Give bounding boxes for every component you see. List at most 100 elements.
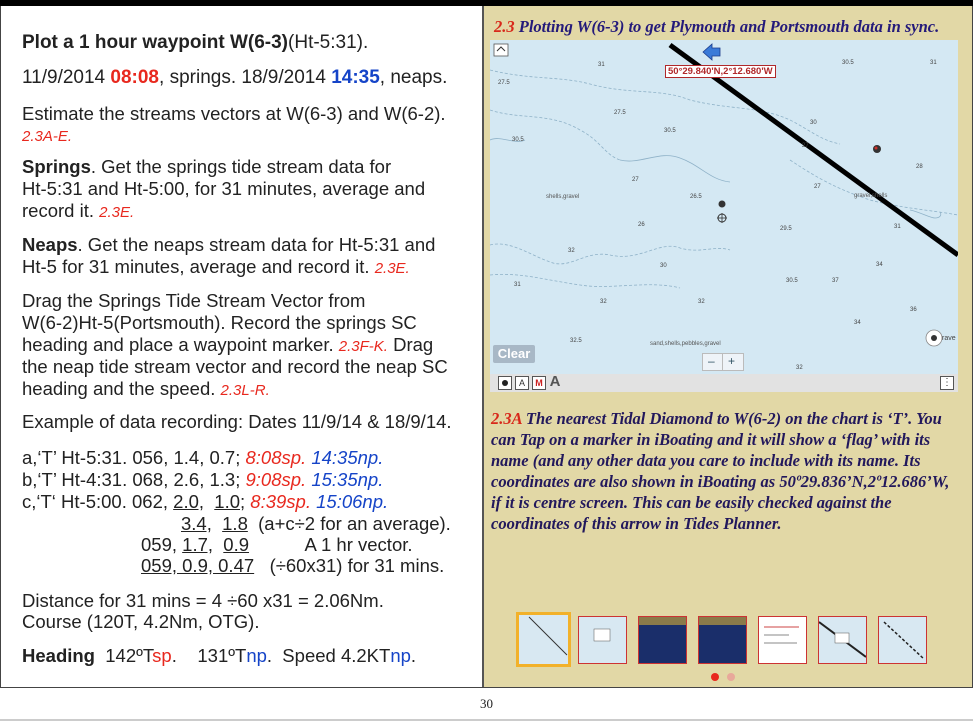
- depth-sounding: 31: [514, 282, 521, 288]
- neaps-heading: Neaps: [22, 234, 78, 255]
- locate-dot: [931, 335, 937, 341]
- depth-sounding: 31: [598, 62, 605, 68]
- marker-tool-button[interactable]: M: [532, 376, 546, 390]
- drag-line-1: Drag the Springs Tide Stream Vector from: [22, 290, 366, 311]
- springs-text-1: . Get the springs tide stream data for: [90, 156, 392, 177]
- depth-sounding: 30: [810, 120, 817, 126]
- springs-line-2: Ht-5:31 and Ht-5:00, for 31 minutes, ave…: [22, 178, 426, 199]
- neaps-text-1: . Get the neaps stream data for Ht-5:31 …: [77, 234, 436, 255]
- hr-speed2: 0.9: [223, 534, 250, 555]
- label-tool-button[interactable]: A: [549, 374, 561, 389]
- depth-sounding: 32: [568, 248, 575, 254]
- chart-canvas: [490, 42, 958, 347]
- chart-menu-icon[interactable]: [493, 43, 509, 57]
- depth-sounding: 30.5: [786, 278, 798, 284]
- page-number: 30: [480, 696, 493, 711]
- estimate-line: Estimate the streams vectors at W(6-3) a…: [22, 103, 446, 124]
- hr-gap: [213, 534, 223, 555]
- drag-line-4: the neap tide stream vector and record t…: [22, 356, 448, 377]
- example-line: Example of data recording: Dates 11/9/14…: [22, 411, 452, 432]
- dates-end: , neaps.: [379, 67, 448, 88]
- row-c-neaps: 15:06np.: [316, 491, 389, 512]
- hr-speed1: 1.7,: [182, 534, 214, 555]
- neaps-ref: 2.3E.: [374, 260, 410, 277]
- depth-sounding: 37: [832, 278, 839, 284]
- nautical-chart[interactable]: 31 30.5 31 27.5 30.5 30 30.5 27 27 26.5 27 28 26 29.5…: [490, 40, 958, 392]
- clear-button[interactable]: Clear: [493, 345, 535, 363]
- heading-sp: sp: [152, 645, 172, 666]
- avg-note: (a+c÷2 for an average).: [247, 513, 451, 534]
- heading-line: Heading 142ºTsp. 131ºTnp. Speed 4.2KTnp.: [22, 645, 416, 667]
- thumbnail-4[interactable]: [698, 616, 747, 664]
- drag-line-3: heading and place a waypoint marker. 2.3…: [22, 334, 433, 358]
- drag-ref-1: 2.3F-K.: [338, 338, 388, 355]
- row-c-gap: [204, 491, 214, 512]
- depth-sounding: 30: [660, 263, 667, 269]
- depth-contour: [490, 243, 731, 265]
- depth-sounding: 30.5: [512, 137, 524, 143]
- page-indicator[interactable]: [727, 673, 735, 681]
- more-menu-icon[interactable]: ⋮: [940, 376, 954, 390]
- depth-sounding: 32: [796, 365, 803, 371]
- zoom-out-button[interactable]: –: [708, 354, 715, 368]
- point-tool-button[interactable]: [498, 376, 512, 390]
- position-marker[interactable]: [718, 200, 726, 208]
- row-c-text: c,‘T‘ Ht-5:00. 062,: [22, 491, 174, 512]
- heading-v3: . Speed 4.2KT: [266, 645, 391, 666]
- data-row-a: a,‘T’ Ht-5:31. 056, 1.4, 0.7; 8:08sp. 14…: [22, 447, 383, 469]
- coordinate-flag[interactable]: 50°29.840'N,2°12.680'W: [665, 65, 776, 78]
- depth-sounding: 29.5: [780, 226, 792, 232]
- depth-sounding: 28: [916, 164, 923, 170]
- heading-v2: . 131ºT: [171, 645, 247, 666]
- thumbnail-7[interactable]: [878, 616, 927, 664]
- thumbnail-3[interactable]: [638, 616, 687, 664]
- average-row: 3.4, 1.8 (a+c÷2 for an average).: [181, 513, 451, 535]
- date-springs: 11/9/2014: [22, 67, 111, 88]
- thumbnail-1-selected[interactable]: [516, 612, 571, 667]
- depth-sounding: 32: [600, 299, 607, 305]
- panel-title: 2.3 Plotting W(6-3) to get Plymouth and …: [494, 17, 939, 37]
- distance-line: Distance for 31 mins = 4 ÷60 x31 = 2.06N…: [22, 590, 384, 611]
- avg-speed2: 1.8: [222, 513, 248, 534]
- depth-sounding: 27.5: [498, 80, 510, 86]
- tidal-arrow-icon[interactable]: [702, 43, 721, 61]
- avg-speed1: 3.4,: [181, 513, 212, 534]
- panel-title-text: Plotting W(6-3) to get Plymouth and Port…: [514, 17, 940, 36]
- page-indicator-active[interactable]: [711, 673, 719, 681]
- thumbnail-5[interactable]: [758, 616, 807, 664]
- seabed-label-gravel: gravel,shells: [854, 193, 888, 199]
- springs-line-1: Springs. Get the springs tide stream dat…: [22, 156, 391, 178]
- zoom-in-button[interactable]: +: [728, 354, 735, 368]
- title-bold: Plot a 1 hour waypoint W(6-3): [22, 32, 289, 53]
- depth-sounding: 27.5: [614, 110, 626, 116]
- depth-sounding: 26: [638, 222, 645, 228]
- drag-line-5: heading and the speed. 2.3L-R.: [22, 378, 270, 402]
- depth-sounding: 34: [876, 262, 883, 268]
- avg-gap: [212, 513, 222, 534]
- estimate-ref: 2.3A-E.: [22, 128, 73, 145]
- hour-vector-row: 059, 1.7, 0.9 A 1 hr vector.: [141, 534, 413, 556]
- thumbnail-2[interactable]: [578, 616, 627, 664]
- data-row-b: b,‘T’ Ht-4:31. 068, 2.6, 1.3; 9:08sp. 15…: [22, 469, 383, 491]
- row-c-springs: 8:39sp.: [250, 491, 311, 512]
- row-c-speed2: 1.0: [214, 491, 241, 512]
- heading-label: Heading: [22, 645, 95, 666]
- thumbnail-6[interactable]: [818, 616, 867, 664]
- time-neaps: 14:35: [331, 67, 380, 88]
- depth-sounding: 34: [854, 320, 861, 326]
- row-a-neaps: 14:35np.: [311, 447, 384, 468]
- springs-text-3: record it.: [22, 200, 100, 221]
- depth-sounding: 31: [930, 60, 937, 66]
- m31-note: (÷60x31) for 31 mins.: [254, 555, 445, 576]
- row-b-neaps: 15:35np.: [311, 469, 384, 490]
- caption-text: The nearest Tidal Diamond to W(6-2) on t…: [491, 409, 950, 533]
- drag-ref-2: 2.3L-R.: [220, 382, 270, 399]
- depth-sounding: 27: [632, 177, 639, 183]
- caption-number: 2.3A: [491, 409, 522, 428]
- dates-line: 11/9/2014 08:08, springs. 18/9/2014 14:3…: [22, 67, 447, 89]
- data-row-c: c,‘T‘ Ht-5:00. 062, 2.0, 1.0; 8:39sp. 15…: [22, 491, 388, 513]
- neaps-line-2: Ht-5 for 31 minutes, average and record …: [22, 256, 410, 280]
- text-tool-button[interactable]: A: [515, 376, 529, 390]
- springs-ref: 2.3E.: [99, 204, 135, 221]
- row-b-springs: 9:08sp.: [245, 469, 307, 490]
